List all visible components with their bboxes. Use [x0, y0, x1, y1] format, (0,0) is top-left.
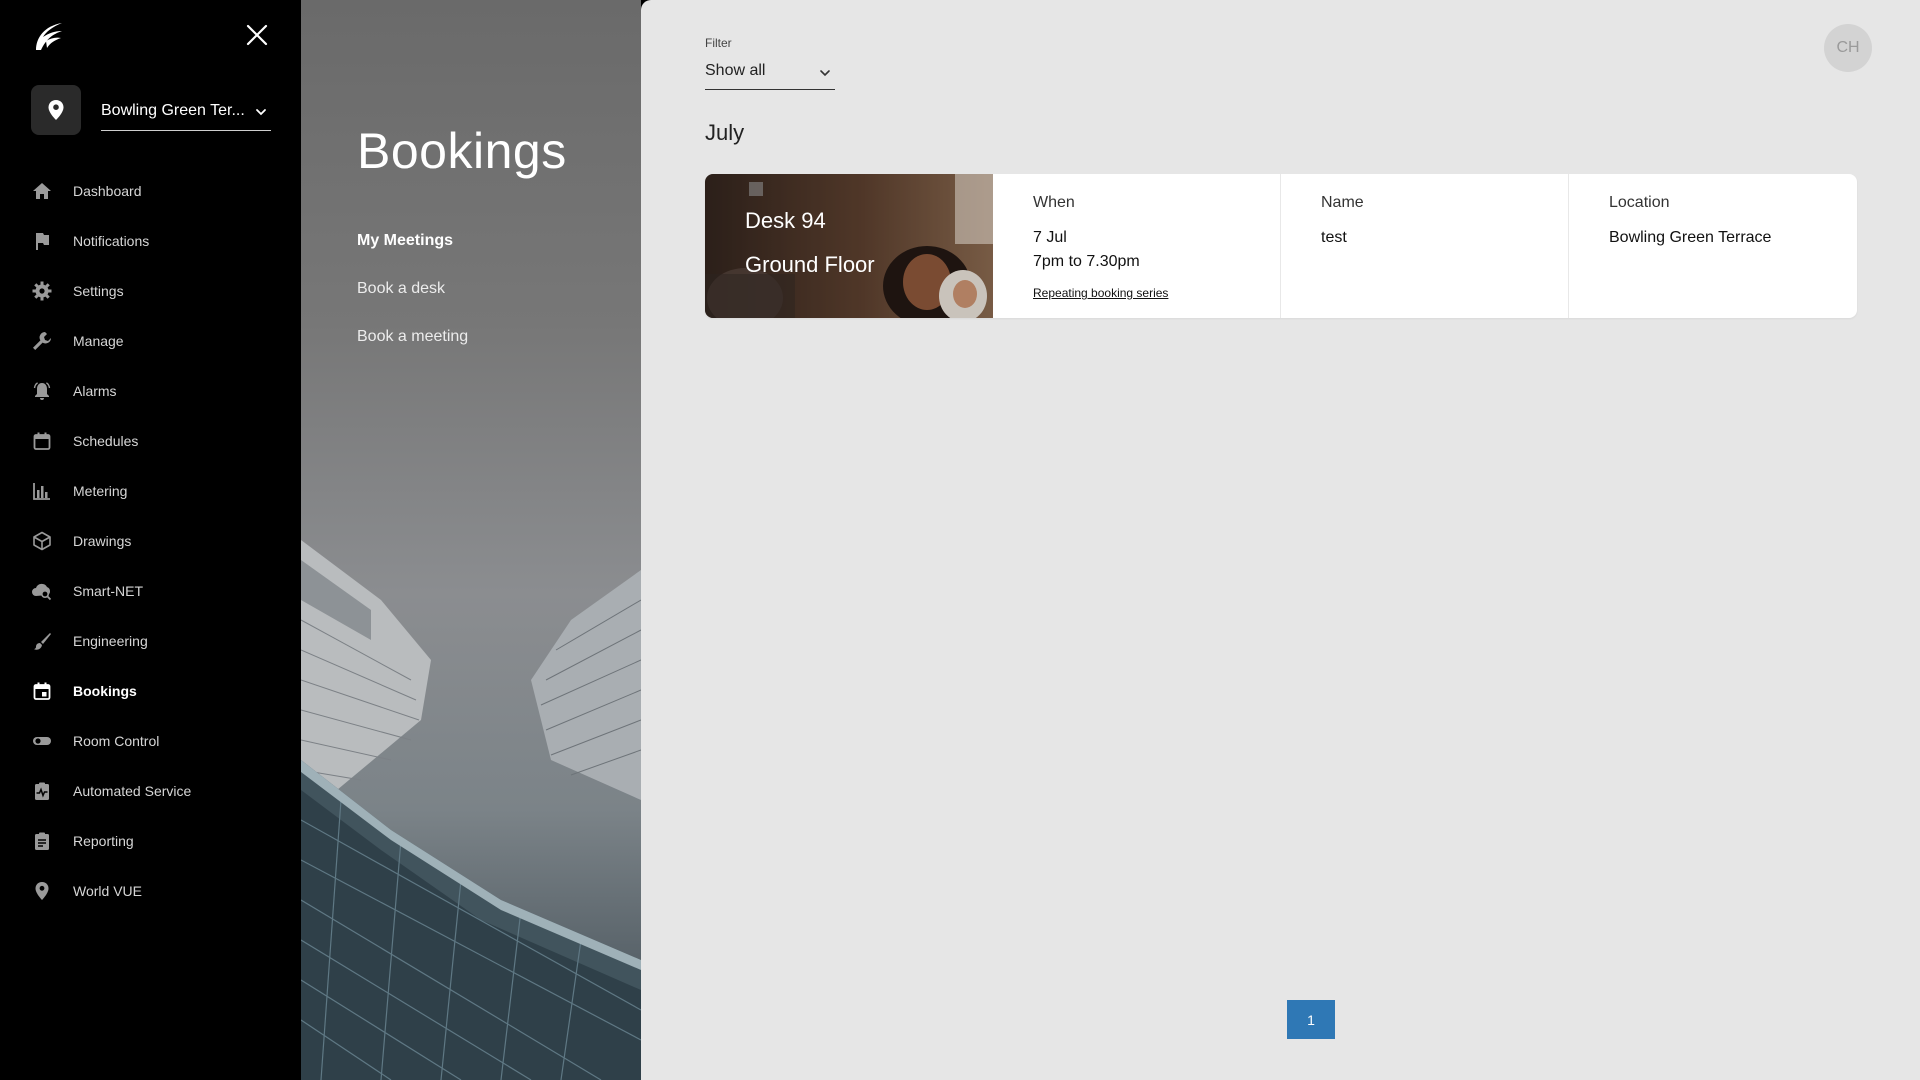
sidebar-item-label: Smart-NET — [73, 583, 143, 599]
booking-name-value: test — [1321, 229, 1347, 246]
app-logo[interactable] — [32, 20, 66, 54]
month-heading: July — [705, 120, 745, 145]
location-header: Location — [1609, 194, 1670, 211]
sidebar-item-dashboard[interactable]: Dashboard — [0, 166, 301, 216]
cloud-search-icon — [31, 580, 53, 602]
bell-icon — [31, 380, 53, 402]
sidebar-item-reporting[interactable]: Reporting — [0, 816, 301, 866]
report-icon — [31, 830, 53, 852]
brush-icon — [31, 630, 53, 652]
main-content: CH Filter Show all July Desk 94 Ground F… — [641, 0, 1920, 1080]
wrench-icon — [31, 330, 53, 352]
sidebar-item-engineering[interactable]: Engineering — [0, 616, 301, 666]
chevron-down-icon — [820, 70, 830, 77]
booking-card[interactable]: Desk 94 Ground Floor When 7 Jul 7pm to 7… — [705, 174, 1857, 318]
sidebar-nav: Dashboard Notifications Settings Manage … — [0, 166, 301, 916]
tab-book-a-desk[interactable]: Book a desk — [357, 280, 468, 328]
sidebar-item-notifications[interactable]: Notifications — [0, 216, 301, 266]
site-select[interactable]: Bowling Green Ter... — [101, 89, 271, 131]
sidebar-item-schedules[interactable]: Schedules — [0, 416, 301, 466]
booking-card-image: Desk 94 Ground Floor — [705, 174, 993, 318]
sidebar-item-label: Settings — [73, 283, 124, 299]
sidebar-item-room-control[interactable]: Room Control — [0, 716, 301, 766]
site-name: Bowling Green Ter... — [101, 102, 245, 119]
tab-book-a-meeting[interactable]: Book a meeting — [357, 328, 468, 376]
location-pin-icon — [31, 880, 53, 902]
event-icon — [31, 680, 53, 702]
clipboard-pulse-icon — [31, 780, 53, 802]
sidebar-item-label: Manage — [73, 333, 124, 349]
bookings-panel: Bookings My Meetings Book a desk Book a … — [301, 0, 641, 1080]
booking-location: Location Bowling Green Terrace — [1569, 174, 1857, 318]
flag-icon — [31, 230, 53, 252]
location-pin-icon — [48, 100, 64, 120]
sidebar-item-label: Room Control — [73, 733, 160, 749]
sidebar-item-label: Dashboard — [73, 183, 142, 199]
booking-date: 7 Jul — [1033, 229, 1067, 246]
chevron-down-icon — [256, 109, 266, 116]
sidebar: Bowling Green Ter... Dashboard Notificat… — [0, 0, 301, 1080]
filter: Filter Show all — [705, 36, 835, 90]
booking-name: Name test — [1281, 174, 1569, 318]
name-header: Name — [1321, 194, 1364, 211]
sidebar-item-label: World VUE — [73, 883, 142, 899]
filter-select[interactable]: Show all — [705, 58, 835, 90]
site-pin-button[interactable] — [31, 85, 81, 135]
sidebar-item-label: Reporting — [73, 833, 134, 849]
sidebar-item-label: Notifications — [73, 233, 150, 249]
home-icon — [31, 180, 53, 202]
sidebar-item-label: Schedules — [73, 433, 139, 449]
sidebar-item-label: Metering — [73, 483, 128, 499]
site-picker: Bowling Green Ter... — [31, 85, 271, 137]
page-title: Bookings — [357, 123, 567, 179]
when-header: When — [1033, 194, 1075, 211]
sidebar-item-metering[interactable]: Metering — [0, 466, 301, 516]
sidebar-item-label: Alarms — [73, 383, 117, 399]
sidebar-item-settings[interactable]: Settings — [0, 266, 301, 316]
sidebar-item-alarms[interactable]: Alarms — [0, 366, 301, 416]
booking-floor: Ground Floor — [745, 252, 875, 277]
sidebar-item-label: Automated Service — [73, 783, 192, 799]
booking-location-value: Bowling Green Terrace — [1609, 229, 1772, 246]
tab-my-meetings[interactable]: My Meetings — [357, 232, 468, 280]
sidebar-item-manage[interactable]: Manage — [0, 316, 301, 366]
sidebar-item-automated-service[interactable]: Automated Service — [0, 766, 301, 816]
sidebar-item-label: Drawings — [73, 533, 132, 549]
toggle-icon — [31, 730, 53, 752]
avatar[interactable]: CH — [1824, 24, 1872, 72]
pagination-page-1[interactable]: 1 — [1287, 1000, 1335, 1039]
filter-label: Filter — [705, 36, 732, 50]
booking-desk: Desk 94 — [745, 208, 826, 233]
gear-icon — [31, 280, 53, 302]
filter-value: Show all — [705, 62, 766, 79]
booking-when: When 7 Jul 7pm to 7.30pm Repeating booki… — [993, 174, 1281, 318]
close-icon[interactable] — [244, 22, 270, 48]
bar-chart-icon — [31, 480, 53, 502]
sidebar-item-bookings[interactable]: Bookings — [0, 666, 301, 716]
sidebar-item-label: Bookings — [73, 683, 137, 699]
sidebar-item-drawings[interactable]: Drawings — [0, 516, 301, 566]
booking-time: 7pm to 7.30pm — [1033, 253, 1140, 270]
meeting-photo — [705, 174, 993, 318]
sidebar-item-smart-net[interactable]: Smart-NET — [0, 566, 301, 616]
calendar-icon — [31, 430, 53, 452]
bookings-sub-nav: My Meetings Book a desk Book a meeting — [357, 232, 468, 376]
sidebar-item-label: Engineering — [73, 633, 148, 649]
repeating-booking-link[interactable]: Repeating booking series — [1033, 286, 1168, 300]
cube-icon — [31, 530, 53, 552]
sidebar-item-world-vue[interactable]: World VUE — [0, 866, 301, 916]
